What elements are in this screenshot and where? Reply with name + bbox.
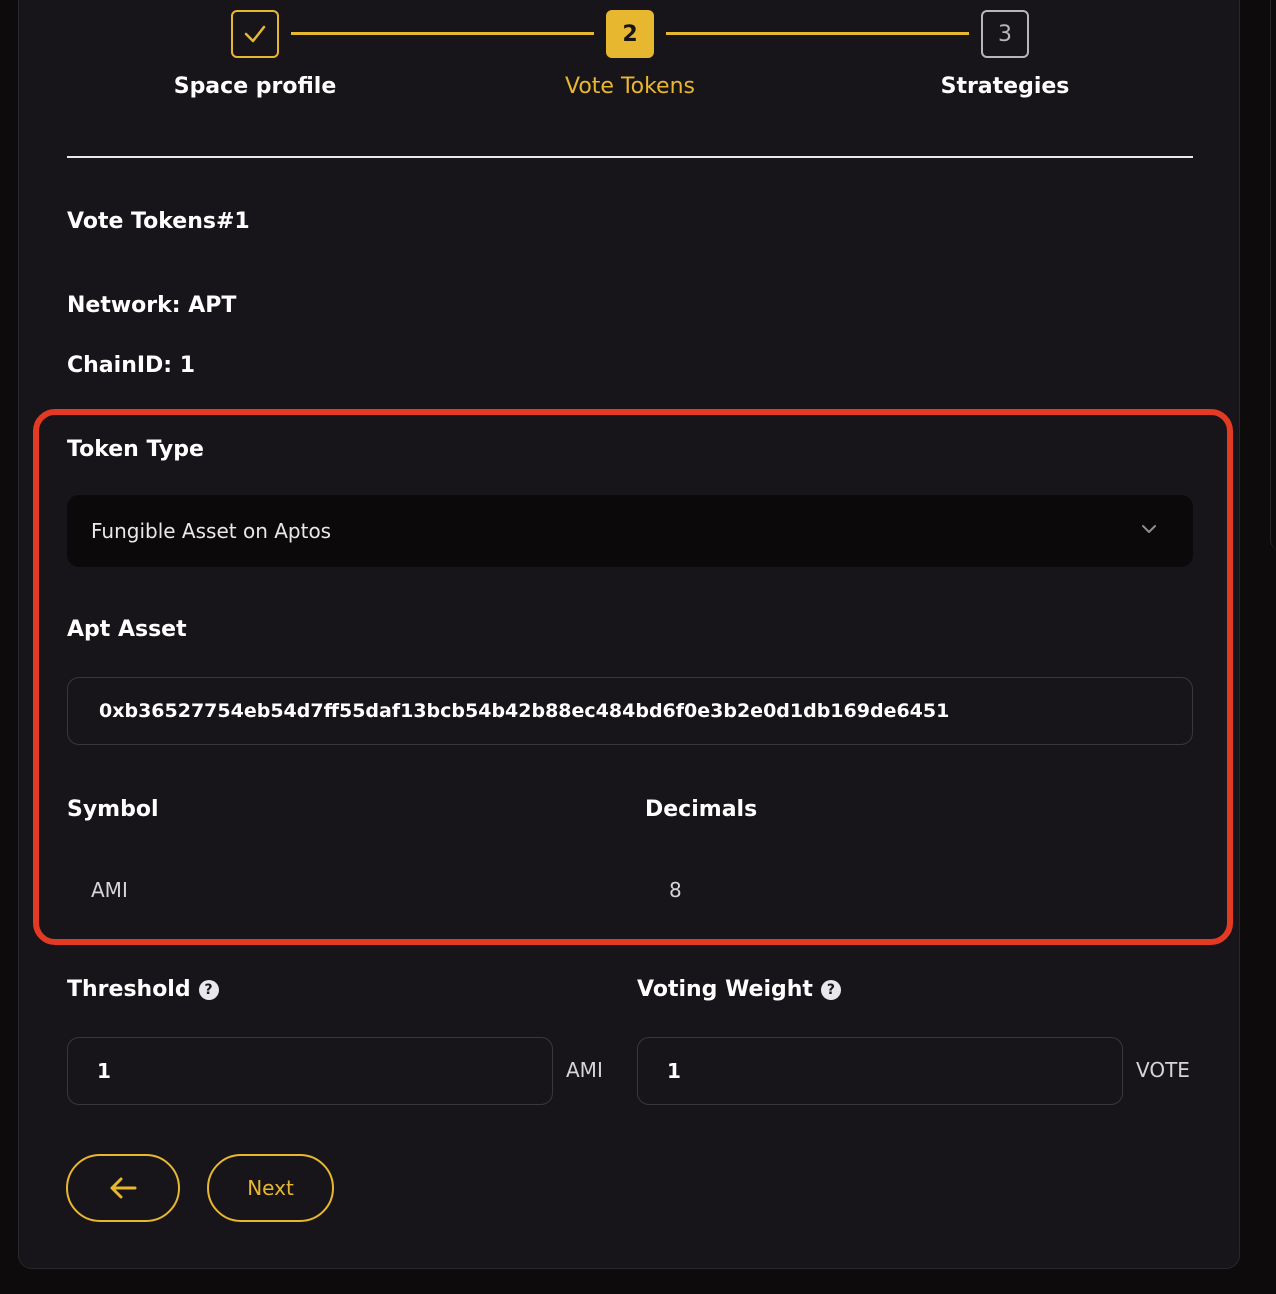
adjacent-panel-edge xyxy=(1270,0,1276,550)
step-connector-2 xyxy=(666,32,969,35)
threshold-value: 1 xyxy=(97,1059,111,1083)
threshold-label-text: Threshold xyxy=(67,977,191,1002)
symbol-label: Symbol xyxy=(67,797,159,822)
step-1-label[interactable]: Space profile xyxy=(155,74,355,99)
voting-weight-label-text: Voting Weight xyxy=(637,977,813,1002)
voting-weight-label: Voting Weight? xyxy=(637,977,841,1002)
apt-asset-input[interactable]: 0xb36527754eb54d7ff55daf13bcb54b42b88ec4… xyxy=(67,677,1193,745)
token-type-label: Token Type xyxy=(67,437,204,462)
back-button[interactable] xyxy=(66,1154,180,1222)
step-3-label[interactable]: Strategies xyxy=(905,74,1105,99)
step-3-indicator[interactable]: 3 xyxy=(981,10,1029,58)
section-title: Vote Tokens#1 xyxy=(67,209,250,234)
step-2-indicator[interactable]: 2 xyxy=(606,10,654,58)
decimals-label: Decimals xyxy=(645,797,758,822)
voting-weight-input[interactable]: 1 xyxy=(637,1037,1123,1105)
chevron-down-icon xyxy=(1142,525,1156,533)
step-connector-1 xyxy=(291,32,594,35)
help-icon[interactable]: ? xyxy=(820,980,841,1000)
decimals-value: 8 xyxy=(669,878,682,902)
section-divider xyxy=(67,156,1193,158)
voting-weight-unit: VOTE xyxy=(1136,1058,1190,1082)
next-button[interactable]: Next xyxy=(207,1154,334,1222)
threshold-input[interactable]: 1 xyxy=(67,1037,553,1105)
threshold-label: Threshold? xyxy=(67,977,219,1002)
help-icon[interactable]: ? xyxy=(198,980,219,1000)
apt-asset-value: 0xb36527754eb54d7ff55daf13bcb54b42b88ec4… xyxy=(99,700,950,722)
arrow-left-icon xyxy=(110,1177,137,1199)
check-icon xyxy=(244,25,266,43)
chain-id-label: ChainID: 1 xyxy=(67,353,196,378)
step-2-label[interactable]: Vote Tokens xyxy=(530,74,730,99)
symbol-value: AMI xyxy=(91,878,128,902)
token-type-select[interactable]: Fungible Asset on Aptos xyxy=(67,495,1193,567)
threshold-unit: AMI xyxy=(566,1058,603,1082)
voting-weight-value: 1 xyxy=(667,1059,681,1083)
apt-asset-label: Apt Asset xyxy=(67,617,187,642)
network-label: Network: APT xyxy=(67,293,237,318)
step-1-indicator[interactable] xyxy=(231,10,279,58)
token-type-value: Fungible Asset on Aptos xyxy=(91,519,332,543)
